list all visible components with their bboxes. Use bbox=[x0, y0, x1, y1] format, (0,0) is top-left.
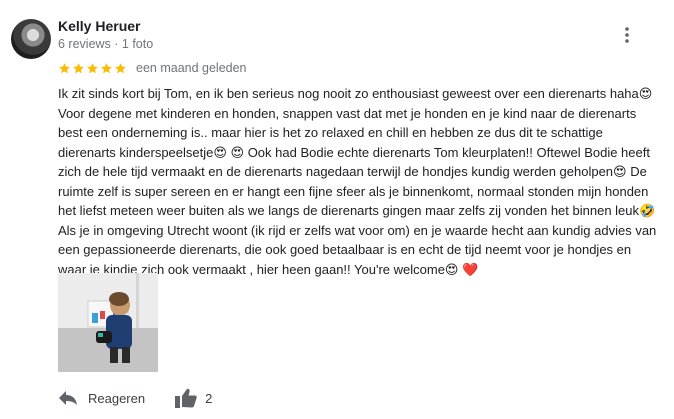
review-actions: Reageren 2 bbox=[58, 388, 212, 408]
star-icon bbox=[59, 62, 70, 73]
review-photo[interactable] bbox=[58, 273, 158, 372]
star-icon bbox=[101, 62, 112, 73]
review-text: Ik zit sinds kort bij Tom, en ik ben ser… bbox=[58, 86, 657, 277]
like-count: 2 bbox=[205, 390, 213, 406]
thumb-up-icon bbox=[175, 388, 197, 408]
review-date: een maand geleden bbox=[136, 61, 247, 75]
reviewer-avatar[interactable] bbox=[11, 19, 51, 59]
reply-button[interactable]: Reageren bbox=[58, 390, 145, 406]
star-rating bbox=[58, 62, 127, 75]
rating-row: een maand geleden bbox=[58, 60, 247, 76]
like-button[interactable]: 2 bbox=[175, 388, 212, 408]
reply-arrow-icon bbox=[59, 391, 77, 405]
reply-label: Reageren bbox=[88, 390, 146, 406]
photo-content bbox=[58, 273, 158, 372]
reviewer-name[interactable]: Kelly Heruer bbox=[58, 18, 140, 34]
more-options-button[interactable] bbox=[614, 22, 640, 48]
star-icon bbox=[73, 62, 84, 73]
star-icon bbox=[87, 62, 98, 73]
star-icon bbox=[115, 62, 126, 73]
more-vert-icon bbox=[625, 27, 629, 43]
reviewer-meta: 6 reviews · 1 foto bbox=[58, 37, 154, 51]
